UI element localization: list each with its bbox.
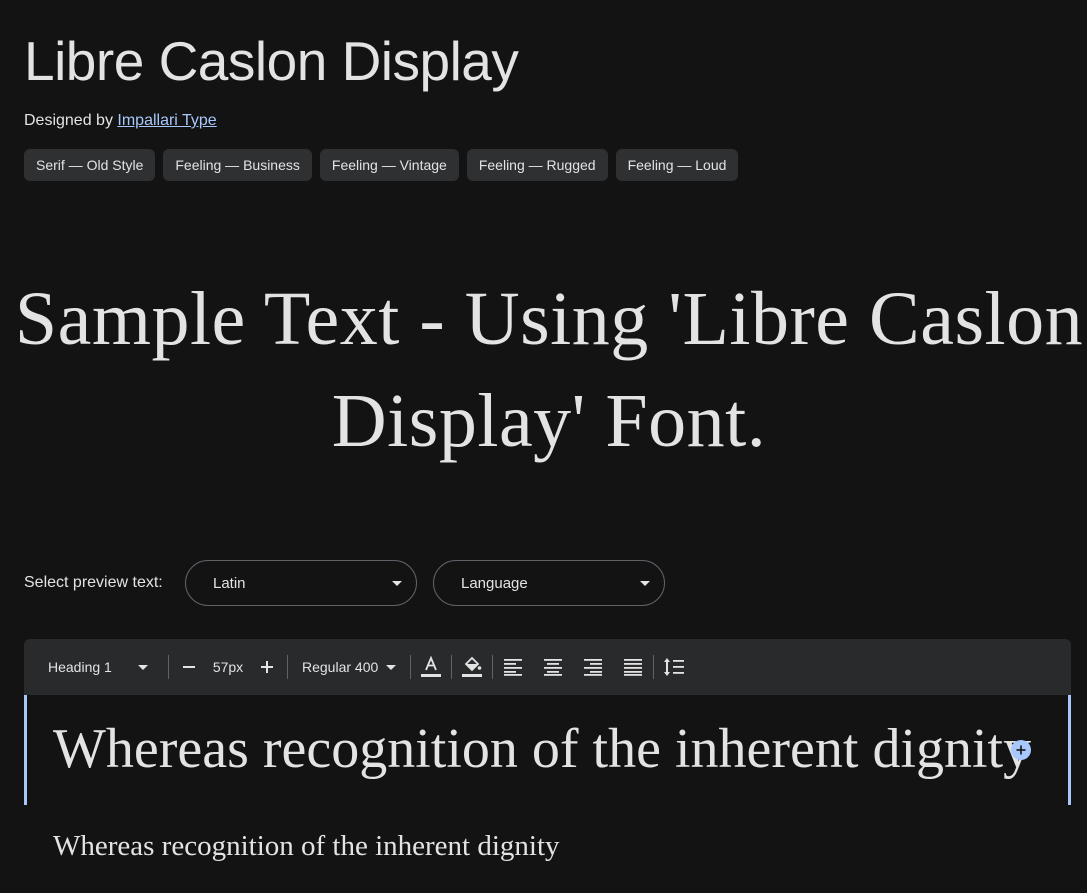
line-height-icon — [664, 658, 685, 676]
increase-size-button[interactable] — [253, 653, 281, 681]
tag-feeling-rugged[interactable]: Feeling — Rugged — [466, 149, 608, 181]
plus-icon — [261, 661, 273, 673]
text-color-button[interactable] — [417, 653, 445, 681]
highlight-color-button[interactable] — [458, 653, 486, 681]
tag-feeling-business[interactable]: Feeling — Business — [163, 149, 312, 181]
plus-icon — [1016, 745, 1026, 755]
designed-by-label: Designed by — [24, 112, 118, 129]
align-left-button[interactable] — [499, 653, 527, 681]
designer-line: Designed by Impallari Type — [24, 110, 217, 132]
toolbar-divider — [451, 655, 453, 679]
tag-feeling-loud[interactable]: Feeling — Loud — [615, 149, 739, 181]
chevron-down-icon — [386, 664, 397, 670]
tag-feeling-vintage[interactable]: Feeling — Vintage — [319, 149, 459, 181]
editor-toolbar: Heading 1 57px Regular 400 — [24, 639, 1071, 695]
align-justify-button[interactable] — [619, 653, 647, 681]
editor-row-text[interactable]: Whereas recognition of the inherent dign… — [53, 711, 1031, 787]
toolbar-divider — [653, 655, 655, 679]
language-select[interactable]: Language — [433, 560, 665, 606]
language-select-value: Language — [461, 574, 528, 592]
align-right-icon — [584, 659, 603, 676]
weight-dropdown-value: Regular 400 — [302, 659, 379, 675]
text-color-icon — [421, 655, 442, 677]
style-dropdown-value: Heading 1 — [48, 659, 112, 675]
line-height-button[interactable] — [660, 653, 688, 681]
weight-dropdown[interactable]: Regular 400 — [294, 659, 404, 675]
toolbar-divider — [410, 655, 412, 679]
chevron-down-icon — [138, 664, 148, 670]
sample-text: Sample Text - Using 'Libre Caslon Displa… — [14, 277, 1084, 463]
toolbar-divider — [492, 655, 494, 679]
chevron-down-icon — [640, 580, 650, 586]
chevron-down-icon — [392, 580, 402, 586]
tag-serif-old-style[interactable]: Serif — Old Style — [24, 149, 156, 181]
add-row-button[interactable] — [1011, 740, 1031, 760]
align-justify-icon — [624, 659, 643, 676]
align-left-icon — [504, 659, 523, 676]
align-right-button[interactable] — [579, 653, 607, 681]
align-center-icon — [544, 659, 563, 676]
toolbar-divider — [168, 655, 169, 679]
align-center-button[interactable] — [539, 653, 567, 681]
minus-icon — [183, 666, 195, 668]
designer-link[interactable]: Impallari Type — [117, 112, 216, 129]
font-size-value[interactable]: 57px — [203, 659, 253, 675]
script-select[interactable]: Latin — [185, 560, 417, 606]
preview-text-label: Select preview text: — [24, 574, 163, 591]
style-dropdown[interactable]: Heading 1 — [48, 659, 162, 675]
script-select-value: Latin — [213, 574, 246, 592]
tag-list: Serif — Old Style Feeling — Business Fee… — [24, 149, 739, 181]
editor-active-row[interactable]: Whereas recognition of the inherent dign… — [24, 695, 1071, 805]
toolbar-divider — [287, 655, 288, 679]
highlight-color-icon — [462, 656, 483, 677]
decrease-size-button[interactable] — [175, 653, 203, 681]
editor-row-secondary[interactable]: Whereas recognition of the inherent dign… — [53, 826, 560, 866]
font-title: Libre Caslon Display — [24, 30, 519, 92]
